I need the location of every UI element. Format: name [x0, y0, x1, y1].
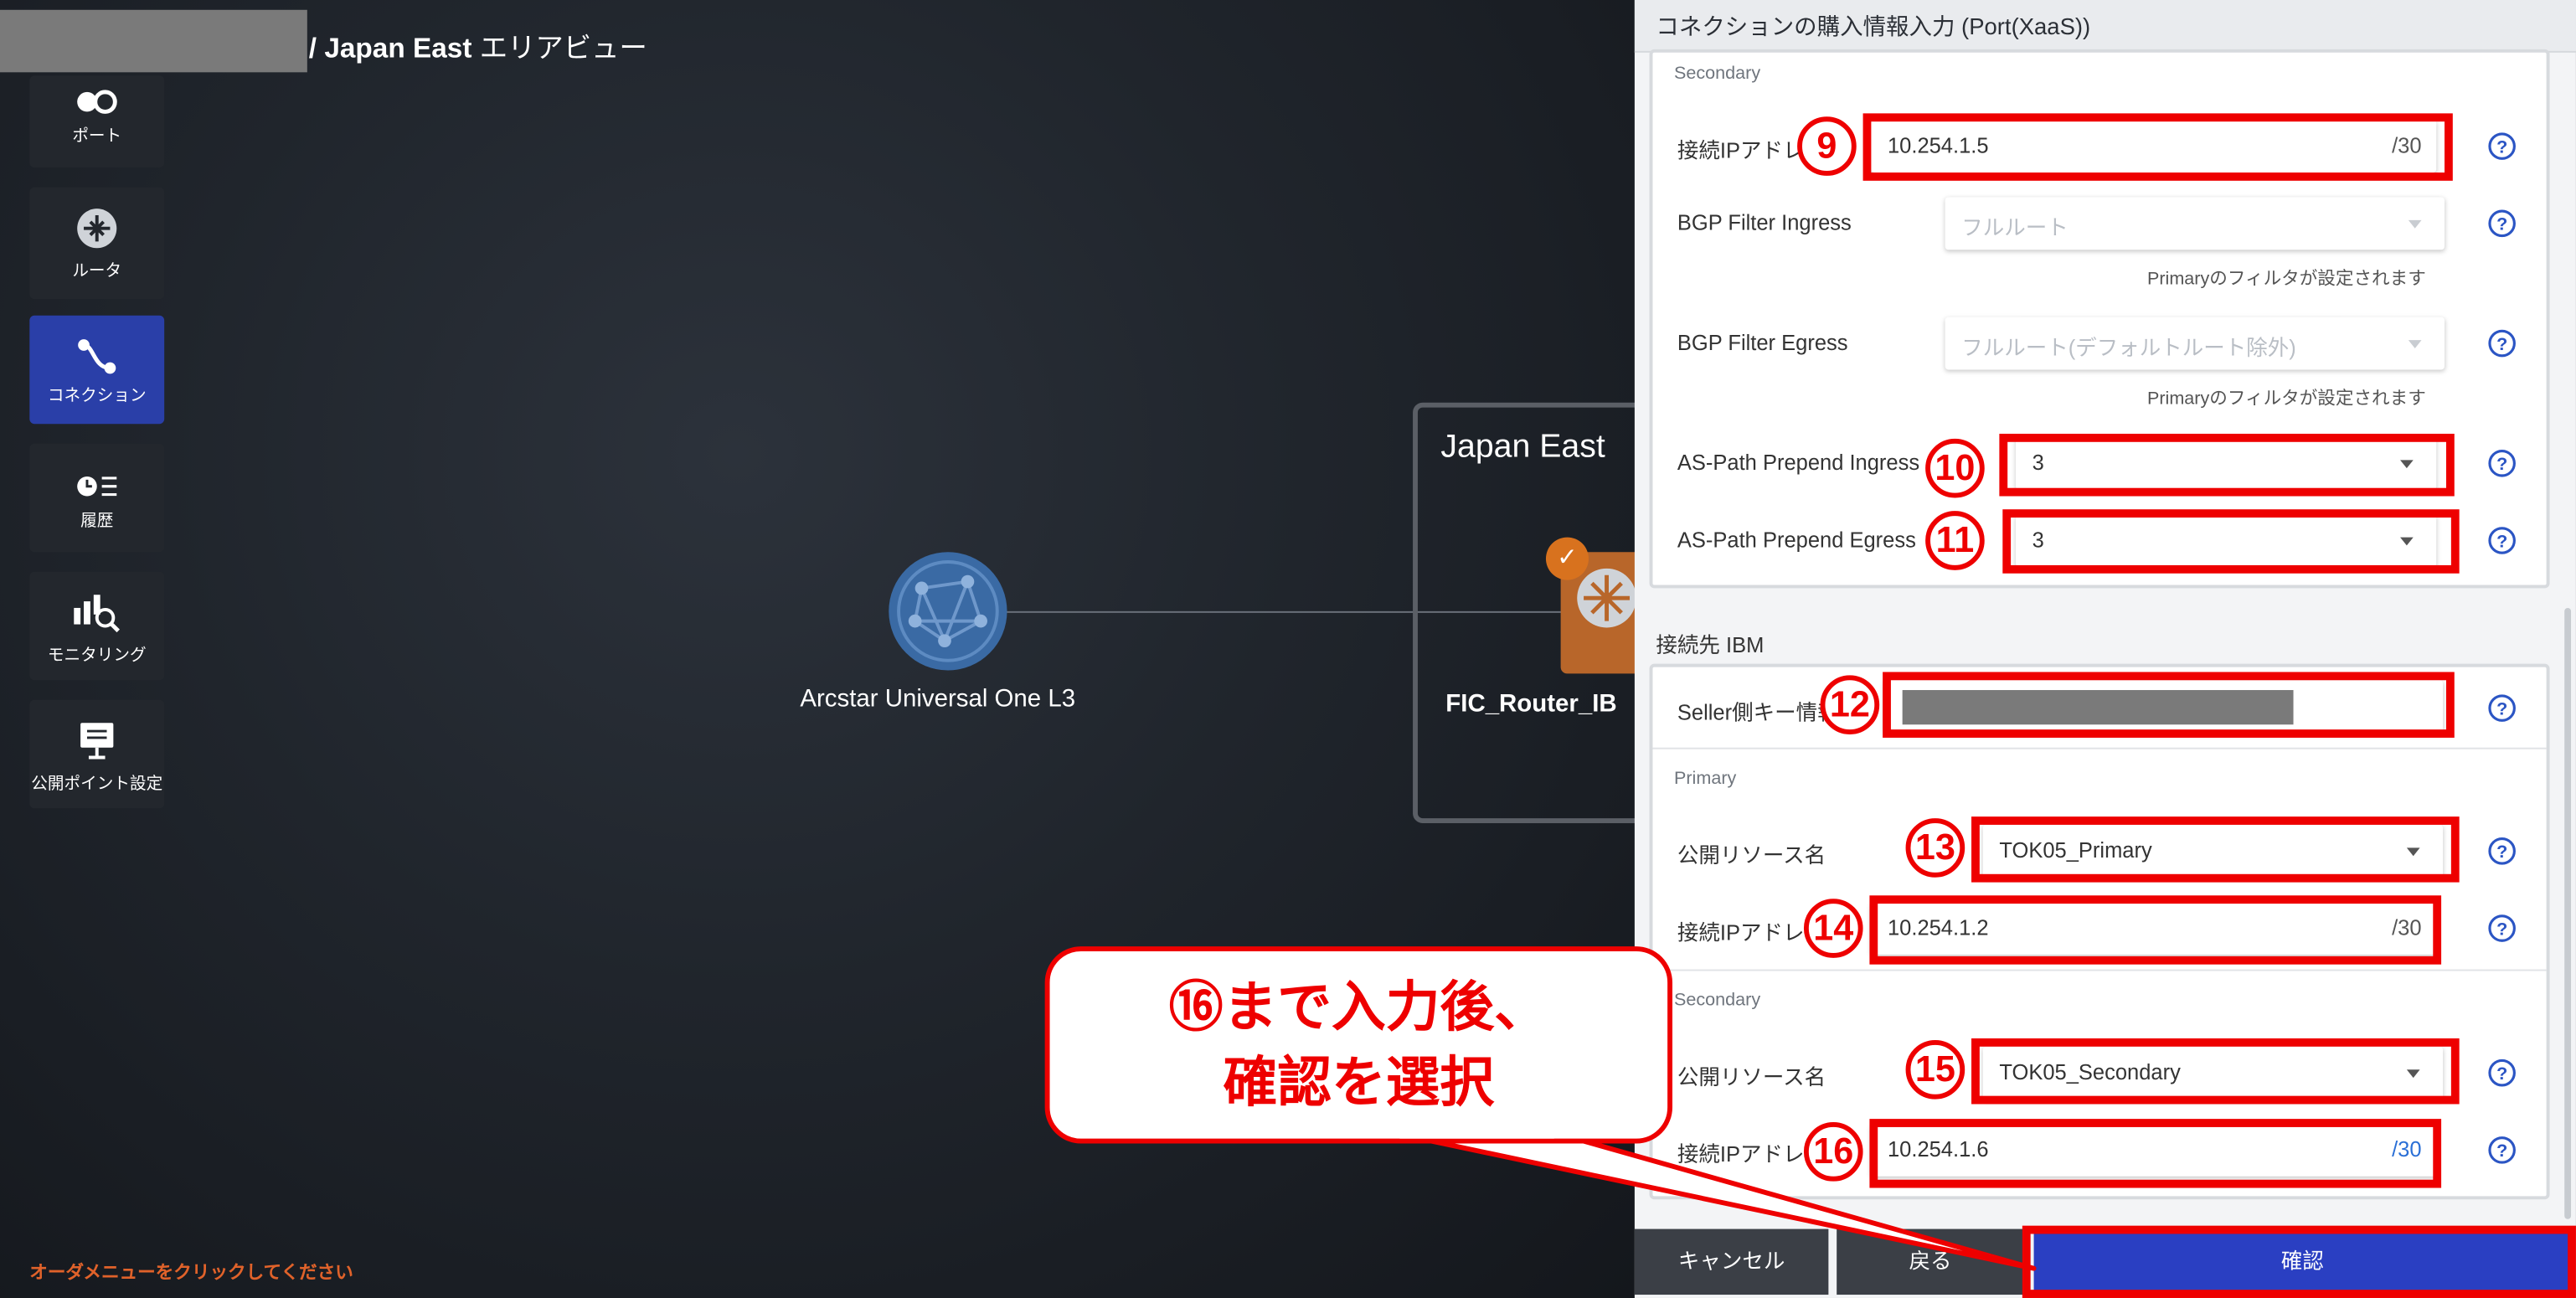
screen: / Japan East エリアビュー ポート ルータ コネクション 履歴 モニ… [0, 0, 2576, 1298]
callout-line-2: 確認を選択 [1223, 1051, 1495, 1113]
callout-line-1: ⑯まで入力後、 [1168, 976, 1548, 1038]
instruction-callout-text: ⑯まで入力後、 確認を選択 [1045, 970, 1672, 1121]
